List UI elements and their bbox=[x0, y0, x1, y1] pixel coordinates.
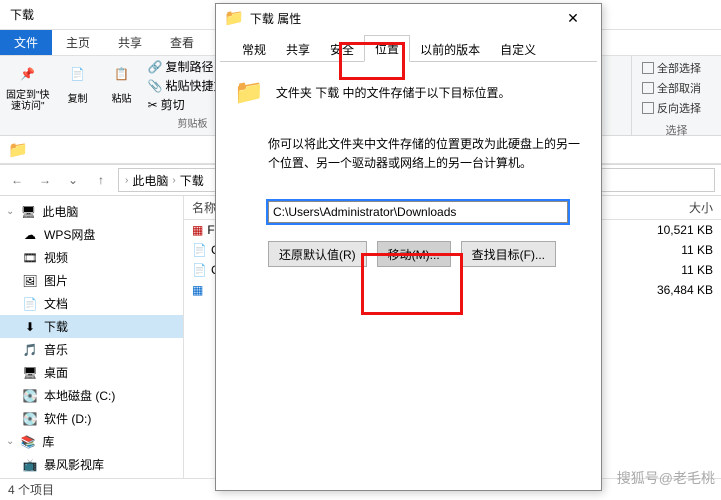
folder-icon: 📁 bbox=[234, 78, 264, 107]
copy-path-label: 复制路径 bbox=[166, 58, 214, 75]
ribbon-tab-view[interactable]: 查看 bbox=[156, 30, 208, 55]
nav-music[interactable]: 🎵音乐 bbox=[0, 338, 183, 361]
pc-icon: 🖥 bbox=[20, 204, 36, 220]
cloud-icon: ☁ bbox=[22, 227, 38, 243]
dialog-tab-row: 常规 共享 安全 位置 以前的版本 自定义 bbox=[220, 36, 597, 62]
nav-pane: ⌄🖥此电脑 ☁WPS网盘 🎞视频 🖼图片 📄文档 ⬇下载 🎵音乐 🖥桌面 💽本地… bbox=[0, 196, 184, 478]
nav-this-pc[interactable]: ⌄🖥此电脑 bbox=[0, 200, 183, 223]
download-icon: ⬇ bbox=[22, 319, 38, 335]
location-msg1: 文件夹 下载 中的文件存储于以下目标位置。 bbox=[276, 84, 511, 101]
select-all-button[interactable]: 全部选择 bbox=[642, 60, 711, 76]
nav-downloads[interactable]: ⬇下载 bbox=[0, 315, 183, 338]
ribbon-tab-file[interactable]: 文件 bbox=[0, 30, 52, 55]
select-none-button[interactable]: 全部取消 bbox=[642, 80, 711, 96]
document-icon: 📄 bbox=[22, 296, 38, 312]
nav-videos[interactable]: 🎞视频 bbox=[0, 246, 183, 269]
pin-label: 固定到"快 速访问" bbox=[6, 90, 50, 112]
invert-icon bbox=[642, 102, 654, 114]
nav-camera[interactable]: 📷本机照片 bbox=[0, 476, 183, 478]
paste-button[interactable]: 📋 粘贴 bbox=[100, 56, 144, 135]
video-icon: 📺 bbox=[22, 457, 38, 473]
nav-forward-button[interactable]: → bbox=[34, 169, 56, 191]
cut-icon: ✂ bbox=[148, 98, 158, 112]
drive-icon: 💽 bbox=[22, 388, 38, 404]
find-target-button[interactable]: 查找目标(F)... bbox=[461, 241, 556, 267]
select-all-icon bbox=[642, 62, 654, 74]
restore-default-button[interactable]: 还原默认值(R) bbox=[268, 241, 367, 267]
crumb-this-pc[interactable]: 此电脑 bbox=[132, 172, 168, 189]
tab-customize[interactable]: 自定义 bbox=[490, 37, 546, 62]
pin-to-quick-access-button[interactable]: 📌 固定到"快 速访问" bbox=[0, 56, 56, 135]
nav-soft-d[interactable]: 💽软件 (D:) bbox=[0, 407, 183, 430]
file-icon: ▦ bbox=[192, 223, 203, 237]
paste-icon: 📋 bbox=[106, 58, 138, 90]
paste-label: 粘贴 bbox=[112, 90, 132, 105]
nav-libraries[interactable]: ⌄📚库 bbox=[0, 430, 183, 453]
tab-location[interactable]: 位置 bbox=[364, 35, 410, 62]
nav-back-button[interactable]: ← bbox=[6, 169, 28, 191]
pin-icon: 📌 bbox=[12, 58, 44, 90]
desktop-icon: 🖥 bbox=[22, 365, 38, 381]
col-size[interactable]: 大小 bbox=[681, 199, 721, 216]
dialog-body: 📁 文件夹 下载 中的文件存储于以下目标位置。 你可以将此文件夹中文件存储的位置… bbox=[216, 62, 601, 283]
file-icon: ▦ bbox=[192, 283, 203, 297]
nav-up-button[interactable]: ↑ bbox=[90, 169, 112, 191]
tab-security[interactable]: 安全 bbox=[320, 37, 364, 62]
move-button[interactable]: 移动(M)... bbox=[377, 241, 451, 267]
file-icon: 📄 bbox=[192, 263, 207, 277]
dialog-title: 下载 属性 bbox=[250, 10, 301, 27]
nav-stormvid[interactable]: 📺暴风影视库 bbox=[0, 453, 183, 476]
cut-label: 剪切 bbox=[161, 96, 185, 113]
ribbon-tab-share[interactable]: 共享 bbox=[104, 30, 156, 55]
copy-icon: 📄 bbox=[62, 58, 94, 90]
tab-previous[interactable]: 以前的版本 bbox=[410, 37, 490, 62]
chevron-down-icon: ⌄ bbox=[6, 436, 14, 447]
nav-local-c[interactable]: 💽本地磁盘 (C:) bbox=[0, 384, 183, 407]
video-icon: 🎞 bbox=[22, 250, 38, 266]
music-icon: 🎵 bbox=[22, 342, 38, 358]
chevron-down-icon: ⌄ bbox=[6, 206, 14, 217]
nav-pictures[interactable]: 🖼图片 bbox=[0, 269, 183, 292]
library-icon: 📚 bbox=[20, 434, 36, 450]
folder-icon: 📁 bbox=[224, 8, 244, 28]
chevron-icon: › bbox=[125, 175, 128, 186]
watermark: 搜狐号@老毛桃 bbox=[617, 468, 715, 488]
properties-dialog: 📁 下载 属性 ✕ 常规 共享 安全 位置 以前的版本 自定义 📁 文件夹 下载… bbox=[215, 3, 602, 491]
location-path-input[interactable] bbox=[268, 201, 568, 223]
drive-icon: 💽 bbox=[22, 411, 38, 427]
ribbon-select-group: 全部选择 全部取消 反向选择 选择 bbox=[631, 56, 721, 135]
copy-button[interactable]: 📄 复制 bbox=[56, 56, 100, 135]
nav-desktop[interactable]: 🖥桌面 bbox=[0, 361, 183, 384]
folder-icon: 📁 bbox=[8, 140, 28, 160]
nav-recent-button[interactable]: ⌄ bbox=[62, 169, 84, 191]
select-group-label: 选择 bbox=[642, 122, 711, 138]
close-button[interactable]: ✕ bbox=[553, 10, 593, 27]
picture-icon: 🖼 bbox=[22, 273, 38, 289]
location-msg2: 你可以将此文件夹中文件存储的位置更改为此硬盘上的另一个位置、另一个驱动器或网络上… bbox=[268, 135, 583, 173]
nav-wps[interactable]: ☁WPS网盘 bbox=[0, 223, 183, 246]
copy-label: 复制 bbox=[68, 90, 88, 105]
invert-selection-button[interactable]: 反向选择 bbox=[642, 100, 711, 116]
select-none-icon bbox=[642, 82, 654, 94]
path-icon: 🔗 bbox=[148, 60, 163, 74]
shortcut-icon: 📎 bbox=[148, 79, 163, 93]
tab-general[interactable]: 常规 bbox=[232, 37, 276, 62]
file-icon: 📄 bbox=[192, 243, 207, 257]
ribbon-tab-home[interactable]: 主页 bbox=[52, 30, 104, 55]
nav-documents[interactable]: 📄文档 bbox=[0, 292, 183, 315]
crumb-downloads[interactable]: 下载 bbox=[180, 172, 204, 189]
tab-sharing[interactable]: 共享 bbox=[276, 37, 320, 62]
dialog-title-bar: 📁 下载 属性 ✕ bbox=[216, 4, 601, 32]
chevron-icon: › bbox=[172, 175, 175, 186]
